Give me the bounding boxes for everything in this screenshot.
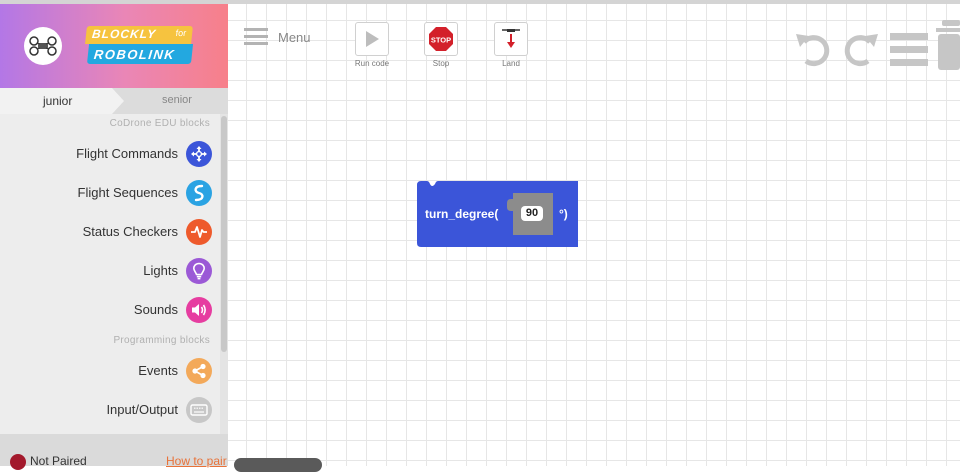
menu-button[interactable]: Menu (244, 26, 324, 52)
category-flight-commands[interactable]: Flight Commands (0, 138, 220, 170)
brand-line2: ROBOLINK (93, 47, 177, 62)
category-input-output[interactable]: Input/Output (0, 394, 220, 426)
category-events[interactable]: Events (0, 355, 220, 387)
stop-button[interactable]: STOP Stop (419, 22, 463, 68)
tab-junior-label: junior (43, 94, 73, 108)
run-code-label: Run code (354, 59, 390, 68)
tab-senior[interactable]: senior (162, 94, 192, 106)
blockly-robolink-logo: BLOCKLY for ROBOLINK (85, 22, 194, 66)
category-label: Events (138, 363, 178, 378)
category-label: Status Checkers (82, 224, 178, 239)
category-list: CoDrone EDU blocks Flight Commands Fligh… (0, 114, 220, 434)
s-curve-icon (186, 180, 212, 206)
land-drone-icon (494, 22, 528, 56)
toolbox-sidebar: BLOCKLY for ROBOLINK junior senior CoDro… (0, 4, 228, 470)
code-view-button[interactable] (890, 32, 928, 73)
speaker-icon (186, 297, 212, 323)
category-lights[interactable]: Lights (0, 255, 220, 287)
undo-icon (796, 34, 830, 67)
category-sounds[interactable]: Sounds (0, 294, 220, 326)
trash-icon (936, 20, 960, 70)
category-label: Input/Output (106, 402, 178, 417)
stop-sign-icon: STOP (424, 22, 458, 56)
keyboard-icon (186, 397, 212, 423)
stop-label: Stop (432, 59, 450, 68)
sidebar-header: BLOCKLY for ROBOLINK (0, 4, 228, 88)
drone-logo-icon[interactable] (24, 27, 62, 65)
pair-status-icon (10, 454, 26, 470)
category-label: Flight Sequences (77, 185, 178, 200)
play-icon (355, 22, 389, 56)
turn-degree-block[interactable]: turn_degree( 90 °) (417, 181, 578, 247)
pulse-icon (186, 219, 212, 245)
block-suffix: °) (559, 207, 568, 221)
category-label: Sounds (133, 302, 178, 317)
lines-icon (890, 33, 928, 66)
menu-label: Menu (278, 30, 311, 45)
trash-button[interactable] (934, 20, 960, 77)
block-name: turn_degree( (425, 207, 499, 221)
hamburger-icon (244, 28, 268, 46)
undo-button[interactable] (794, 30, 832, 73)
drone-arrows-icon (186, 141, 212, 167)
run-code-button[interactable]: Run code (350, 22, 394, 68)
tab-junior[interactable]: junior (0, 88, 124, 114)
stop-sign-text: STOP (431, 36, 451, 45)
workspace-bottom-handle[interactable] (234, 458, 322, 472)
category-status-checkers[interactable]: Status Checkers (0, 216, 220, 248)
land-label: Land (502, 59, 520, 68)
section-label-codrone: CoDrone EDU blocks (109, 118, 210, 129)
lightbulb-icon (186, 258, 212, 284)
brand-line1-suffix: for (175, 28, 187, 38)
degree-input[interactable]: 90 (521, 206, 543, 221)
pairing-footer: Not Paired How to pair (0, 434, 228, 470)
category-flight-sequences[interactable]: Flight Sequences (0, 177, 220, 209)
section-label-programming: Programming blocks (113, 335, 210, 346)
share-icon (186, 358, 212, 384)
category-label: Flight Commands (76, 146, 178, 161)
land-button[interactable]: Land (489, 22, 533, 68)
redo-icon (844, 34, 878, 67)
blockly-workspace[interactable]: Menu Run code STOP Stop Land turn_degree… (228, 4, 960, 472)
socket-tab (507, 199, 517, 211)
brand-line1: BLOCKLY (91, 27, 157, 41)
redo-button[interactable] (842, 30, 880, 73)
category-label: Lights (143, 263, 178, 278)
level-tabs: junior senior (0, 88, 228, 114)
toolbox-scrollbar-thumb[interactable] (221, 116, 227, 352)
